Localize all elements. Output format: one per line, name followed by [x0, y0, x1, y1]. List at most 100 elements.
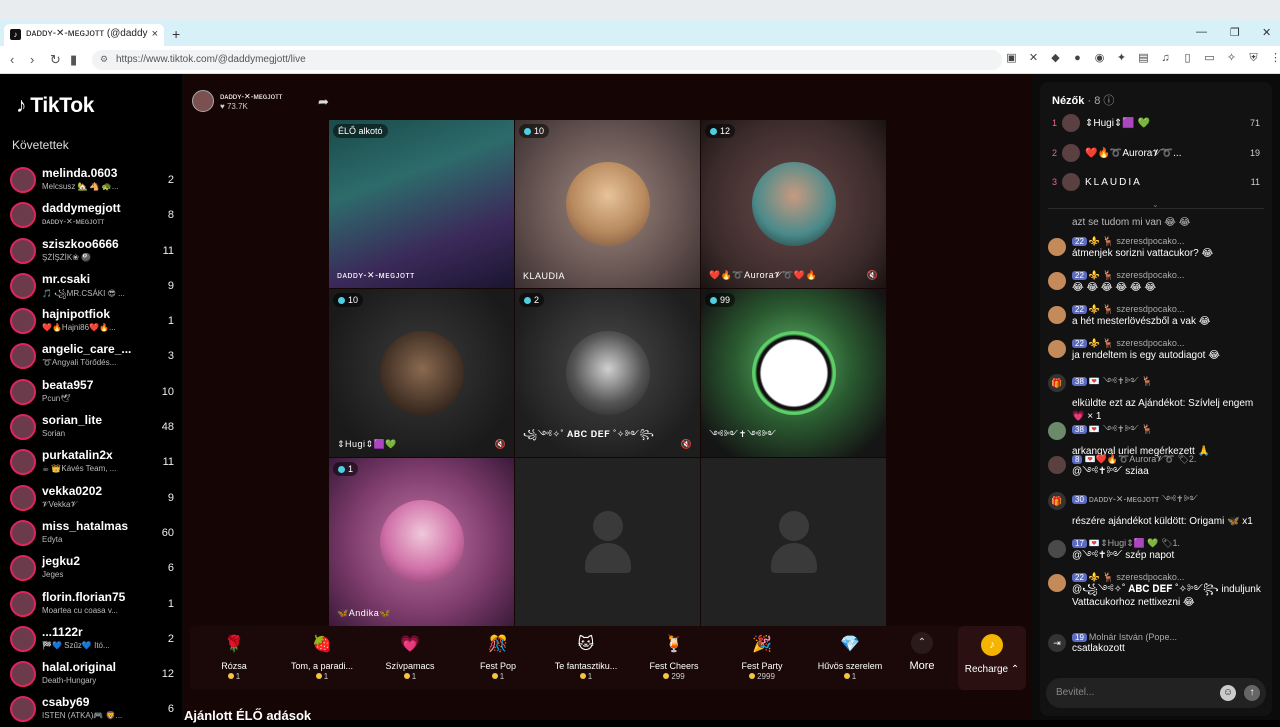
- following-item[interactable]: ...1122r 🏁💙 Szűz💙 Itó... 2: [10, 621, 174, 656]
- close-window-icon[interactable]: ✕: [1262, 26, 1271, 39]
- address-bar: ‹ › ↻ ▮ ⚙ https://www.tiktok.com/@daddym…: [0, 46, 1280, 74]
- avatar: [10, 237, 36, 264]
- gift-item[interactable]: 🌹 Rózsa 1: [190, 632, 278, 681]
- following-item[interactable]: jegku2 Jeges 6: [10, 550, 174, 585]
- forward-icon[interactable]: ›: [30, 52, 34, 67]
- avatar[interactable]: [1048, 422, 1066, 440]
- following-item[interactable]: mr.csaki 🎵 ꧁MR.CSÁKI 😎 ... 9: [10, 268, 174, 303]
- gift-item[interactable]: 🐱 Te fantasztiku... 1: [542, 632, 630, 681]
- following-item[interactable]: daddymegjott ᴅᴀᴅᴅʏ-✕-ᴍᴇɢᴊᴏᴛᴛ 8: [10, 197, 174, 232]
- close-tab-icon[interactable]: ×: [152, 28, 158, 40]
- gift-item[interactable]: 🎊 Fest Pop 1: [454, 632, 542, 681]
- chat-input[interactable]: Bevitel... ☺ ↑: [1046, 678, 1266, 708]
- url-input[interactable]: ⚙ https://www.tiktok.com/@daddymegjott/l…: [92, 50, 1002, 70]
- maximize-icon[interactable]: ❐: [1230, 26, 1240, 39]
- wallet-icon[interactable]: ▭: [1203, 52, 1216, 65]
- share-icon[interactable]: ➦: [318, 94, 329, 110]
- top-viewer[interactable]: 2 ❤️🔥➰Aurora𝓥➰... 19: [1052, 144, 1260, 164]
- avatar[interactable]: [1048, 456, 1066, 474]
- reload-icon[interactable]: ↻: [50, 52, 61, 68]
- guest-cell[interactable]: 1 🦋Andika🦋: [329, 458, 514, 626]
- following-item[interactable]: melinda.0603 Melcsusz 🏡 🐴 🐢... 2: [10, 162, 174, 197]
- message-user[interactable]: ⚜️ 🦌 szeresdpocako...: [1089, 236, 1184, 246]
- guest-cell[interactable]: 10 KLAUDIA: [515, 120, 700, 288]
- guest-cell[interactable]: 2 ꧁༺✧˚ 𝐀𝐁𝐂 𝐃𝐄𝐅 ˚✧༻꧂ 🔇: [515, 289, 700, 457]
- following-item[interactable]: hajnipotfiok ❤️🔥Hajni86❤️🔥... 1: [10, 303, 174, 338]
- avatar: [1062, 114, 1080, 132]
- top-viewer[interactable]: 3 KLAUDIA 11: [1052, 173, 1260, 193]
- music-icon[interactable]: ♫: [1159, 52, 1172, 65]
- following-item[interactable]: miss_hatalmas Edyta 60: [10, 515, 174, 550]
- site-info-icon[interactable]: ⚙: [100, 54, 108, 65]
- guest-avatar: [565, 331, 650, 415]
- avatar[interactable]: [1048, 540, 1066, 558]
- extension-icon[interactable]: ▤: [1137, 52, 1150, 65]
- message-user[interactable]: 💌 ༺✝༻ 🦌: [1089, 424, 1153, 434]
- emoji-icon[interactable]: ☺: [1220, 685, 1236, 701]
- info-icon[interactable]: ⓘ: [1103, 95, 1114, 107]
- message-user[interactable]: ⚜️ 🦌 szeresdpocako...: [1089, 338, 1184, 348]
- new-tab-button[interactable]: +: [172, 26, 180, 42]
- following-item[interactable]: csaby69 ISTEN (ATKA)🎮 🦁... 6: [10, 691, 174, 726]
- viewer-count: 6: [167, 562, 174, 575]
- sidebar-icon[interactable]: ▯: [1181, 52, 1194, 65]
- top-viewer[interactable]: 1 ⇕Hugi⇕🟪 💚 71: [1052, 114, 1260, 134]
- sparkle-icon[interactable]: ✧: [1225, 52, 1238, 65]
- avatar[interactable]: [1048, 238, 1066, 256]
- viewer-rank: 1: [1052, 118, 1058, 128]
- gift-price: 2999: [718, 672, 806, 681]
- gift-item[interactable]: 🍓 Tom, a paradi... 1: [278, 632, 366, 681]
- guest-cell[interactable]: 10 ⇕Hugi⇕🟪💚 🔇: [329, 289, 514, 457]
- following-item[interactable]: purkatalin2x ☕ 👑Kávés Team, ... 11: [10, 444, 174, 479]
- message-user[interactable]: 💌❤️🔥➰Aurora𝓥➰ 🏷2.: [1084, 454, 1196, 464]
- gift-item[interactable]: 🎉 Fest Party 2999: [718, 632, 806, 681]
- send-icon[interactable]: ↑: [1244, 685, 1260, 701]
- message-user[interactable]: ⚜️ 🦌 szeresdpocako...: [1089, 270, 1184, 280]
- following-item[interactable]: florin.florian75 Moartea cu coasa v... 1: [10, 586, 174, 621]
- gift-item[interactable]: 💗 Szívpamacs 1: [366, 632, 454, 681]
- gift-item[interactable]: 🍹 Fest Cheers 299: [630, 632, 718, 681]
- gift-item[interactable]: 💎 Hűvös szerelem 1: [806, 632, 894, 681]
- following-nickname: Sorian: [42, 429, 66, 439]
- following-item[interactable]: sziszkoo6666 ŞŻİŞŻİK❀ 🎱 11: [10, 233, 174, 268]
- guest-cell[interactable]: 12 ❤️🔥➰Aurora𝓥➰❤️🔥 🔇: [701, 120, 886, 288]
- message-user[interactable]: Molnár István (Pope...: [1089, 632, 1177, 642]
- message-user[interactable]: ᴅᴀᴅᴅʏ-✕-ᴍᴇɢᴊᴏᴛᴛ ༺✝༻: [1089, 494, 1198, 504]
- extension-icon[interactable]: ◉: [1093, 52, 1106, 65]
- bookmark-icon[interactable]: ▮: [70, 52, 77, 68]
- avatar[interactable]: [1048, 574, 1066, 592]
- guest-cell[interactable]: ÉLŐ alkotó ᴅᴀᴅᴅʏ-✕-ᴍᴇɢᴊᴏᴛᴛ: [329, 120, 514, 288]
- extension-icon[interactable]: ●: [1071, 52, 1084, 65]
- menu-icon[interactable]: ⋮: [1269, 52, 1280, 65]
- avatar[interactable]: [1048, 340, 1066, 358]
- extension-icon[interactable]: ✕: [1027, 52, 1040, 65]
- extensions-toolbar: ▣ ✕ ◆ ● ◉ ✦ ▤ ♫ ▯ ▭ ✧ ⛨ ⋮: [1005, 52, 1280, 65]
- guest-cell[interactable]: 99 ༺༻✝༺༻: [701, 289, 886, 457]
- more-gifts-button[interactable]: ⌃ More: [902, 632, 942, 672]
- extension-icon[interactable]: ▣: [1005, 52, 1018, 65]
- puzzle-icon[interactable]: ✦: [1115, 52, 1128, 65]
- back-icon[interactable]: ‹: [10, 52, 14, 67]
- message-user[interactable]: 💌⇕Hugi⇕🟪 💚 🏷1.: [1089, 538, 1180, 548]
- minimize-icon[interactable]: —: [1196, 26, 1207, 38]
- empty-guest-slot[interactable]: [701, 458, 886, 626]
- empty-guest-slot[interactable]: [515, 458, 700, 626]
- message-user[interactable]: 💌 ༺✝༻ 🦌: [1089, 376, 1153, 386]
- viewers-header[interactable]: Nézők · 8 ⓘ: [1052, 92, 1114, 108]
- message-user[interactable]: ⚜️ 🦌 szeresdpocako...: [1089, 572, 1184, 582]
- following-item[interactable]: halal.original Death-Hungary 12: [10, 656, 174, 691]
- following-item[interactable]: sorian_lite Sorian 48: [10, 409, 174, 444]
- avatar[interactable]: [1048, 272, 1066, 290]
- avatar[interactable]: [1048, 306, 1066, 324]
- shield-icon[interactable]: ⛨: [1247, 52, 1260, 65]
- following-item[interactable]: beata957 Рсun🕊 10: [10, 374, 174, 409]
- following-item[interactable]: vekka0202 𝓥Vekka𝓥 9: [10, 480, 174, 515]
- following-username: miss_hatalmas: [42, 518, 129, 533]
- recharge-button[interactable]: ♪ Recharge ⌃: [958, 626, 1026, 690]
- browser-tab[interactable]: ♪ ᴅᴀᴅᴅʏ-✕-ᴍᴇɢᴊᴏᴛᴛ (@daddy ×: [4, 24, 164, 46]
- host-avatar[interactable]: [192, 90, 214, 112]
- tiktok-logo[interactable]: ♪ TikTok: [16, 94, 94, 118]
- extension-icon[interactable]: ◆: [1049, 52, 1062, 65]
- following-item[interactable]: angelic_care_... ➰Angyali Törődés... 3: [10, 338, 174, 373]
- message-user[interactable]: ⚜️ 🦌 szeresdpocako...: [1089, 304, 1184, 314]
